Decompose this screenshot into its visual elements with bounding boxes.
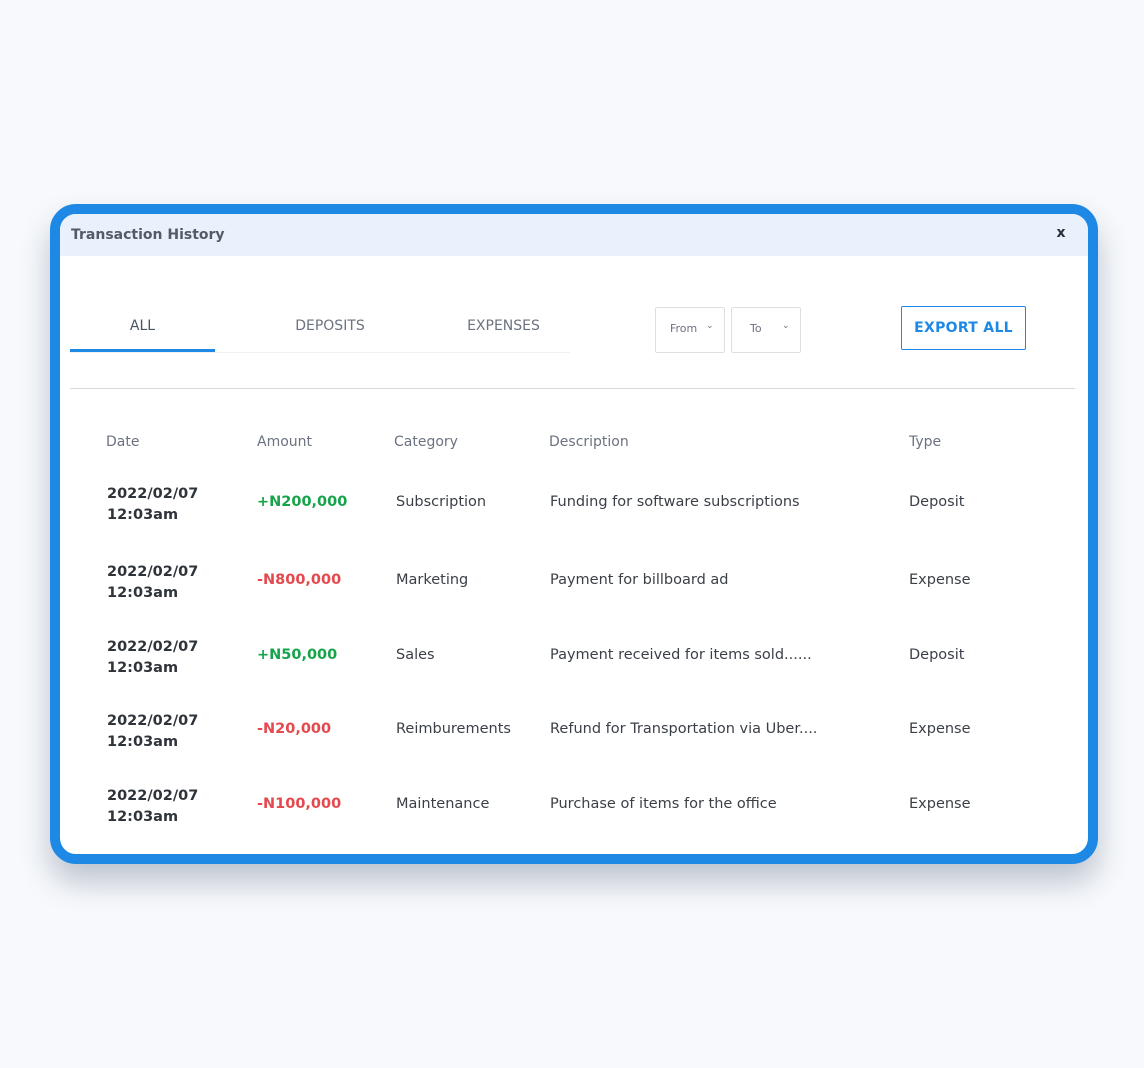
table-row[interactable]: 2022/02/07 12:03am -N100,000 Maintenance… — [60, 786, 1088, 846]
category-cell: Marketing — [396, 572, 469, 588]
date-value: 2022/02/07 — [107, 713, 199, 729]
time-value: 12:03am — [107, 507, 179, 523]
from-date-dropdown[interactable]: From ⌄ — [655, 307, 725, 353]
chevron-down-icon: ⌄ — [706, 321, 714, 331]
type-cell: Deposit — [909, 494, 965, 510]
category-cell: Maintenance — [396, 796, 490, 812]
window-title: Transaction History — [71, 227, 225, 243]
category-cell: Subscription — [396, 494, 487, 510]
amount-cell: -N100,000 — [257, 796, 342, 812]
export-all-button[interactable]: EXPORT ALL — [901, 306, 1026, 350]
time-value: 12:03am — [107, 660, 179, 676]
tab-bar: ALL DEPOSITS EXPENSES — [70, 306, 570, 353]
date-value: 2022/02/07 — [107, 486, 199, 502]
date-value: 2022/02/07 — [107, 564, 199, 580]
table-row[interactable]: 2022/02/07 12:03am -N800,000 Marketing P… — [60, 562, 1088, 622]
date-cell: 2022/02/07 12:03am — [107, 637, 198, 679]
section-divider — [70, 388, 1075, 389]
tab-expenses[interactable]: EXPENSES — [436, 318, 571, 334]
amount-cell: +N50,000 — [257, 647, 338, 663]
close-button[interactable]: x — [1052, 224, 1070, 242]
table-row[interactable]: 2022/02/07 12:03am +N200,000 Subscriptio… — [60, 484, 1088, 544]
date-cell: 2022/02/07 12:03am — [107, 562, 198, 604]
active-tab-indicator — [70, 349, 215, 352]
type-cell: Expense — [909, 796, 971, 812]
table-row[interactable]: 2022/02/07 12:03am +N50,000 Sales Paymen… — [60, 637, 1088, 697]
column-header-category: Category — [394, 434, 458, 450]
description-cell: Payment for billboard ad — [550, 572, 729, 588]
from-date-label: From — [670, 322, 698, 335]
tab-all[interactable]: ALL — [70, 318, 215, 334]
to-date-dropdown[interactable]: To ⌄ — [731, 307, 801, 353]
category-cell: Reimburements — [396, 721, 511, 737]
description-cell: Funding for software subscriptions — [550, 494, 800, 510]
window-titlebar: Transaction History x — [60, 214, 1088, 256]
date-cell: 2022/02/07 12:03am — [107, 786, 198, 828]
to-date-label: To — [750, 322, 762, 335]
amount-cell: +N200,000 — [257, 494, 348, 510]
transaction-history-window: Transaction History x ALL DEPOSITS EXPEN… — [50, 204, 1098, 864]
description-cell: Refund for Transportation via Uber.... — [550, 721, 818, 737]
description-cell: Payment received for items sold...... — [550, 647, 812, 663]
column-header-amount: Amount — [257, 434, 313, 450]
time-value: 12:03am — [107, 734, 179, 750]
description-cell: Purchase of items for the office — [550, 796, 777, 812]
type-cell: Expense — [909, 721, 971, 737]
time-value: 12:03am — [107, 809, 179, 825]
column-header-date: Date — [106, 434, 140, 450]
category-cell: Sales — [396, 647, 435, 663]
column-header-type: Type — [909, 434, 942, 450]
tab-deposits[interactable]: DEPOSITS — [260, 318, 400, 334]
chevron-down-icon: ⌄ — [782, 321, 790, 331]
type-cell: Deposit — [909, 647, 965, 663]
time-value: 12:03am — [107, 585, 179, 601]
date-value: 2022/02/07 — [107, 639, 199, 655]
column-header-description: Description — [549, 434, 629, 450]
date-cell: 2022/02/07 12:03am — [107, 711, 198, 753]
amount-cell: -N20,000 — [257, 721, 332, 737]
amount-cell: -N800,000 — [257, 572, 342, 588]
type-cell: Expense — [909, 572, 971, 588]
date-value: 2022/02/07 — [107, 788, 199, 804]
date-cell: 2022/02/07 12:03am — [107, 484, 198, 526]
table-row[interactable]: 2022/02/07 12:03am -N20,000 Reimburement… — [60, 711, 1088, 771]
